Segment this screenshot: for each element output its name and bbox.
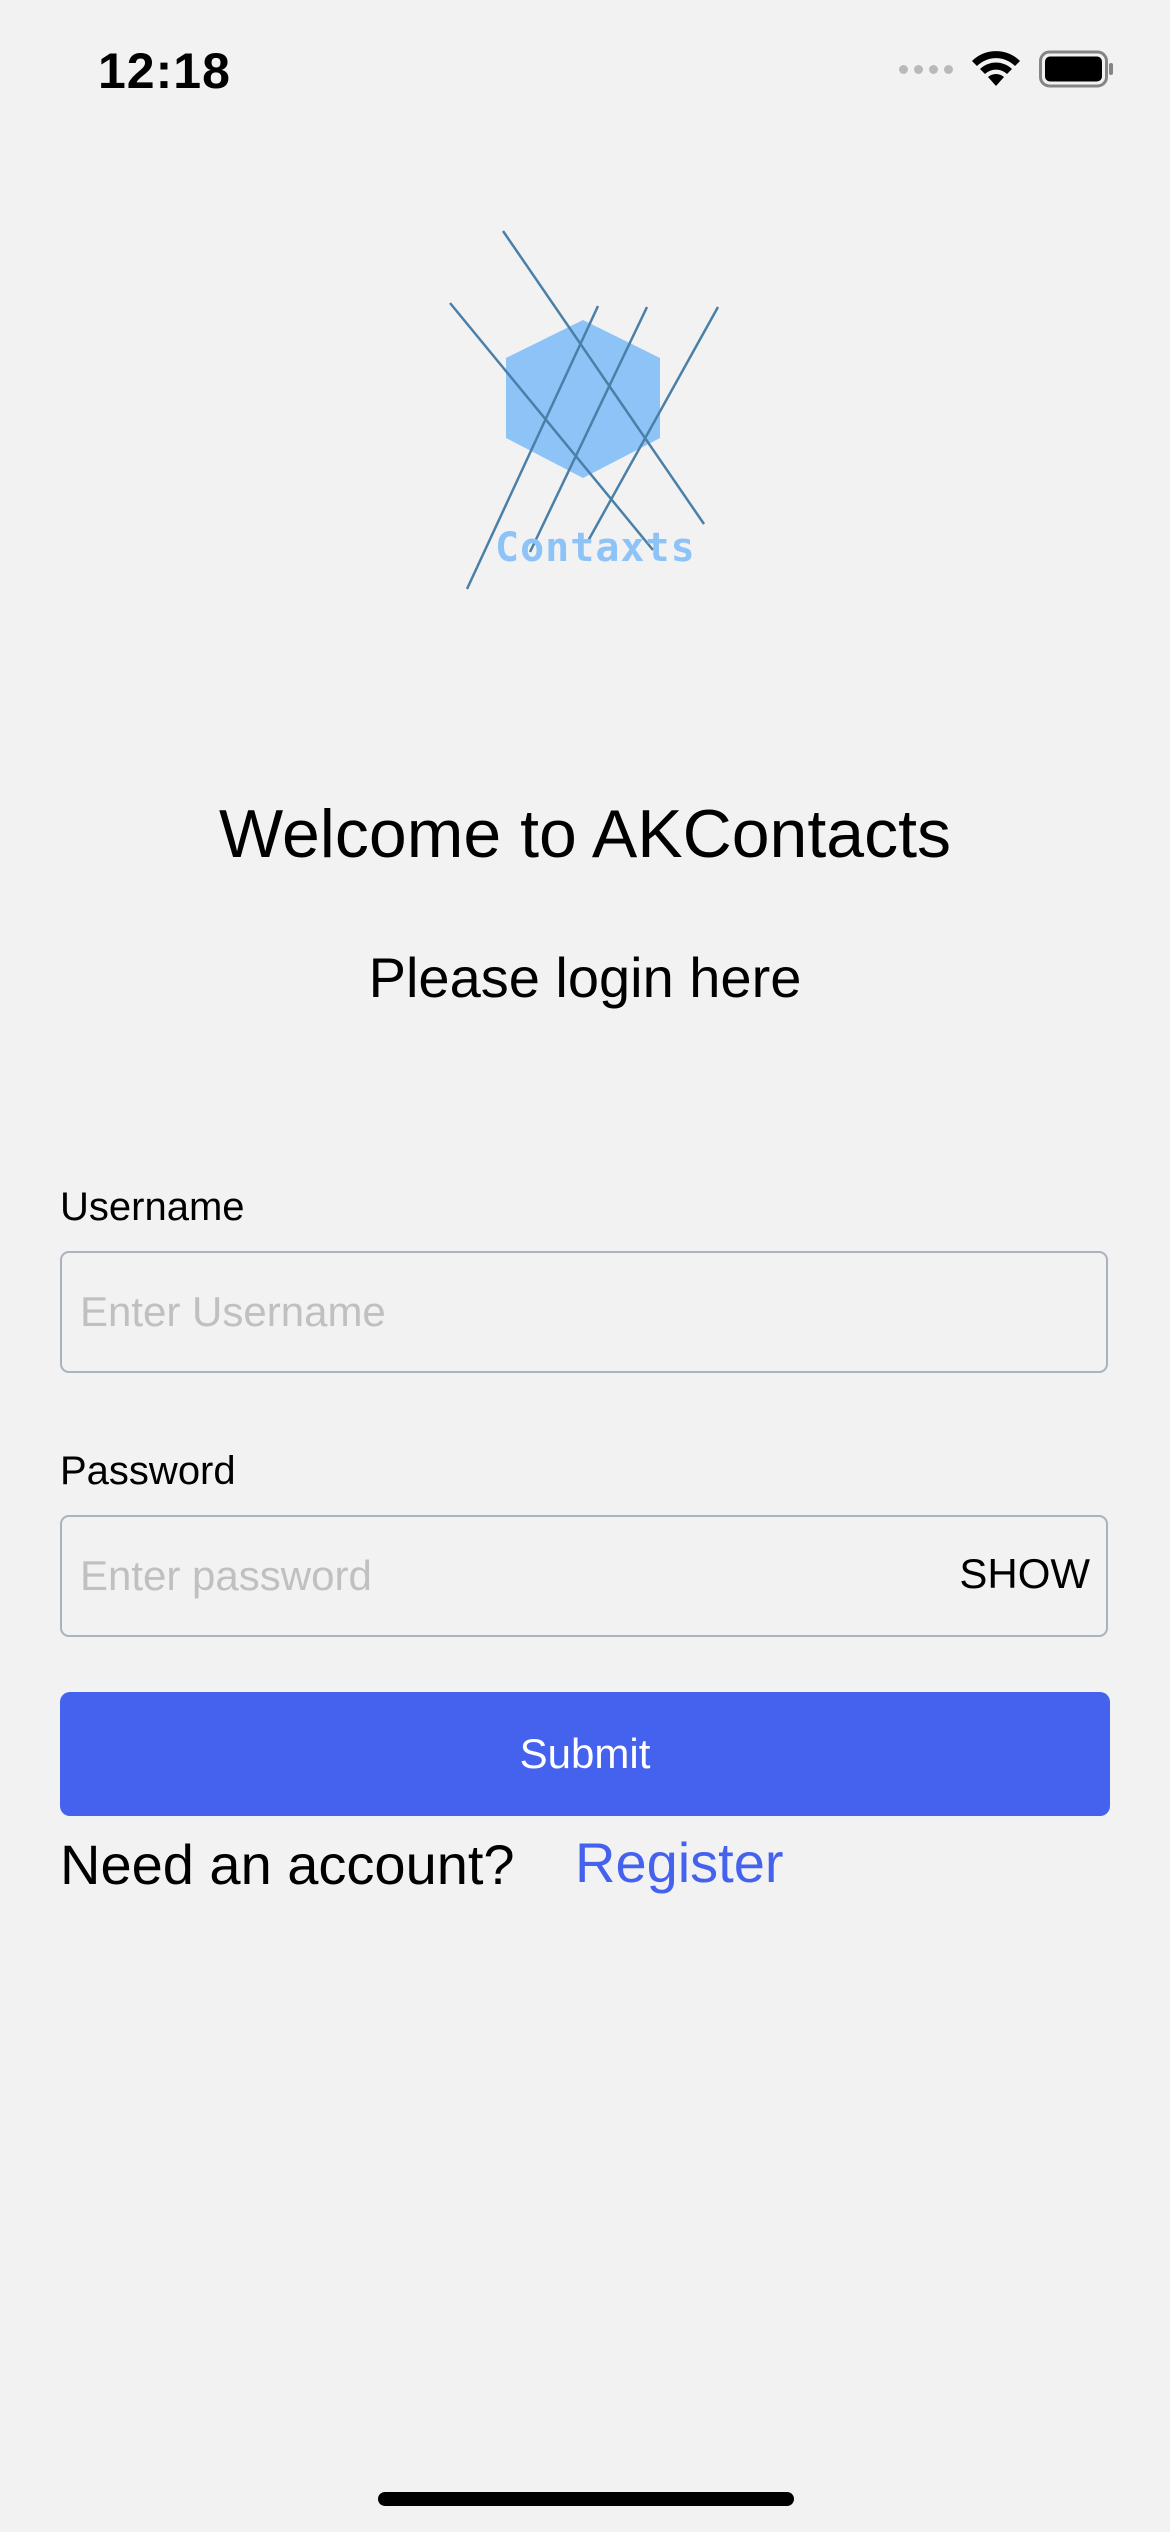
- page-subtitle: Please login here: [368, 946, 802, 1009]
- password-label: Password: [60, 1449, 236, 1493]
- register-link[interactable]: Register: [575, 1830, 784, 1895]
- status-icons: [899, 50, 1115, 88]
- submit-button[interactable]: Submit: [60, 1692, 1110, 1816]
- app-logo: Contaxts: [440, 225, 730, 595]
- logo-text: Contaxts: [495, 525, 696, 571]
- battery-icon: [1039, 50, 1113, 88]
- need-account-text: Need an account?: [60, 1833, 515, 1896]
- wifi-icon: [972, 51, 1020, 86]
- home-indicator: [378, 2492, 794, 2506]
- username-input[interactable]: [60, 1251, 1108, 1373]
- cellular-signal-icon: [899, 64, 953, 74]
- status-bar: 12:18: [0, 0, 1170, 140]
- page-title: Welcome to AKContacts: [219, 796, 951, 872]
- status-time: 12:18: [98, 43, 231, 99]
- show-password-toggle[interactable]: SHOW: [959, 1550, 1090, 1598]
- password-input[interactable]: [60, 1515, 1108, 1637]
- username-label: Username: [60, 1185, 245, 1229]
